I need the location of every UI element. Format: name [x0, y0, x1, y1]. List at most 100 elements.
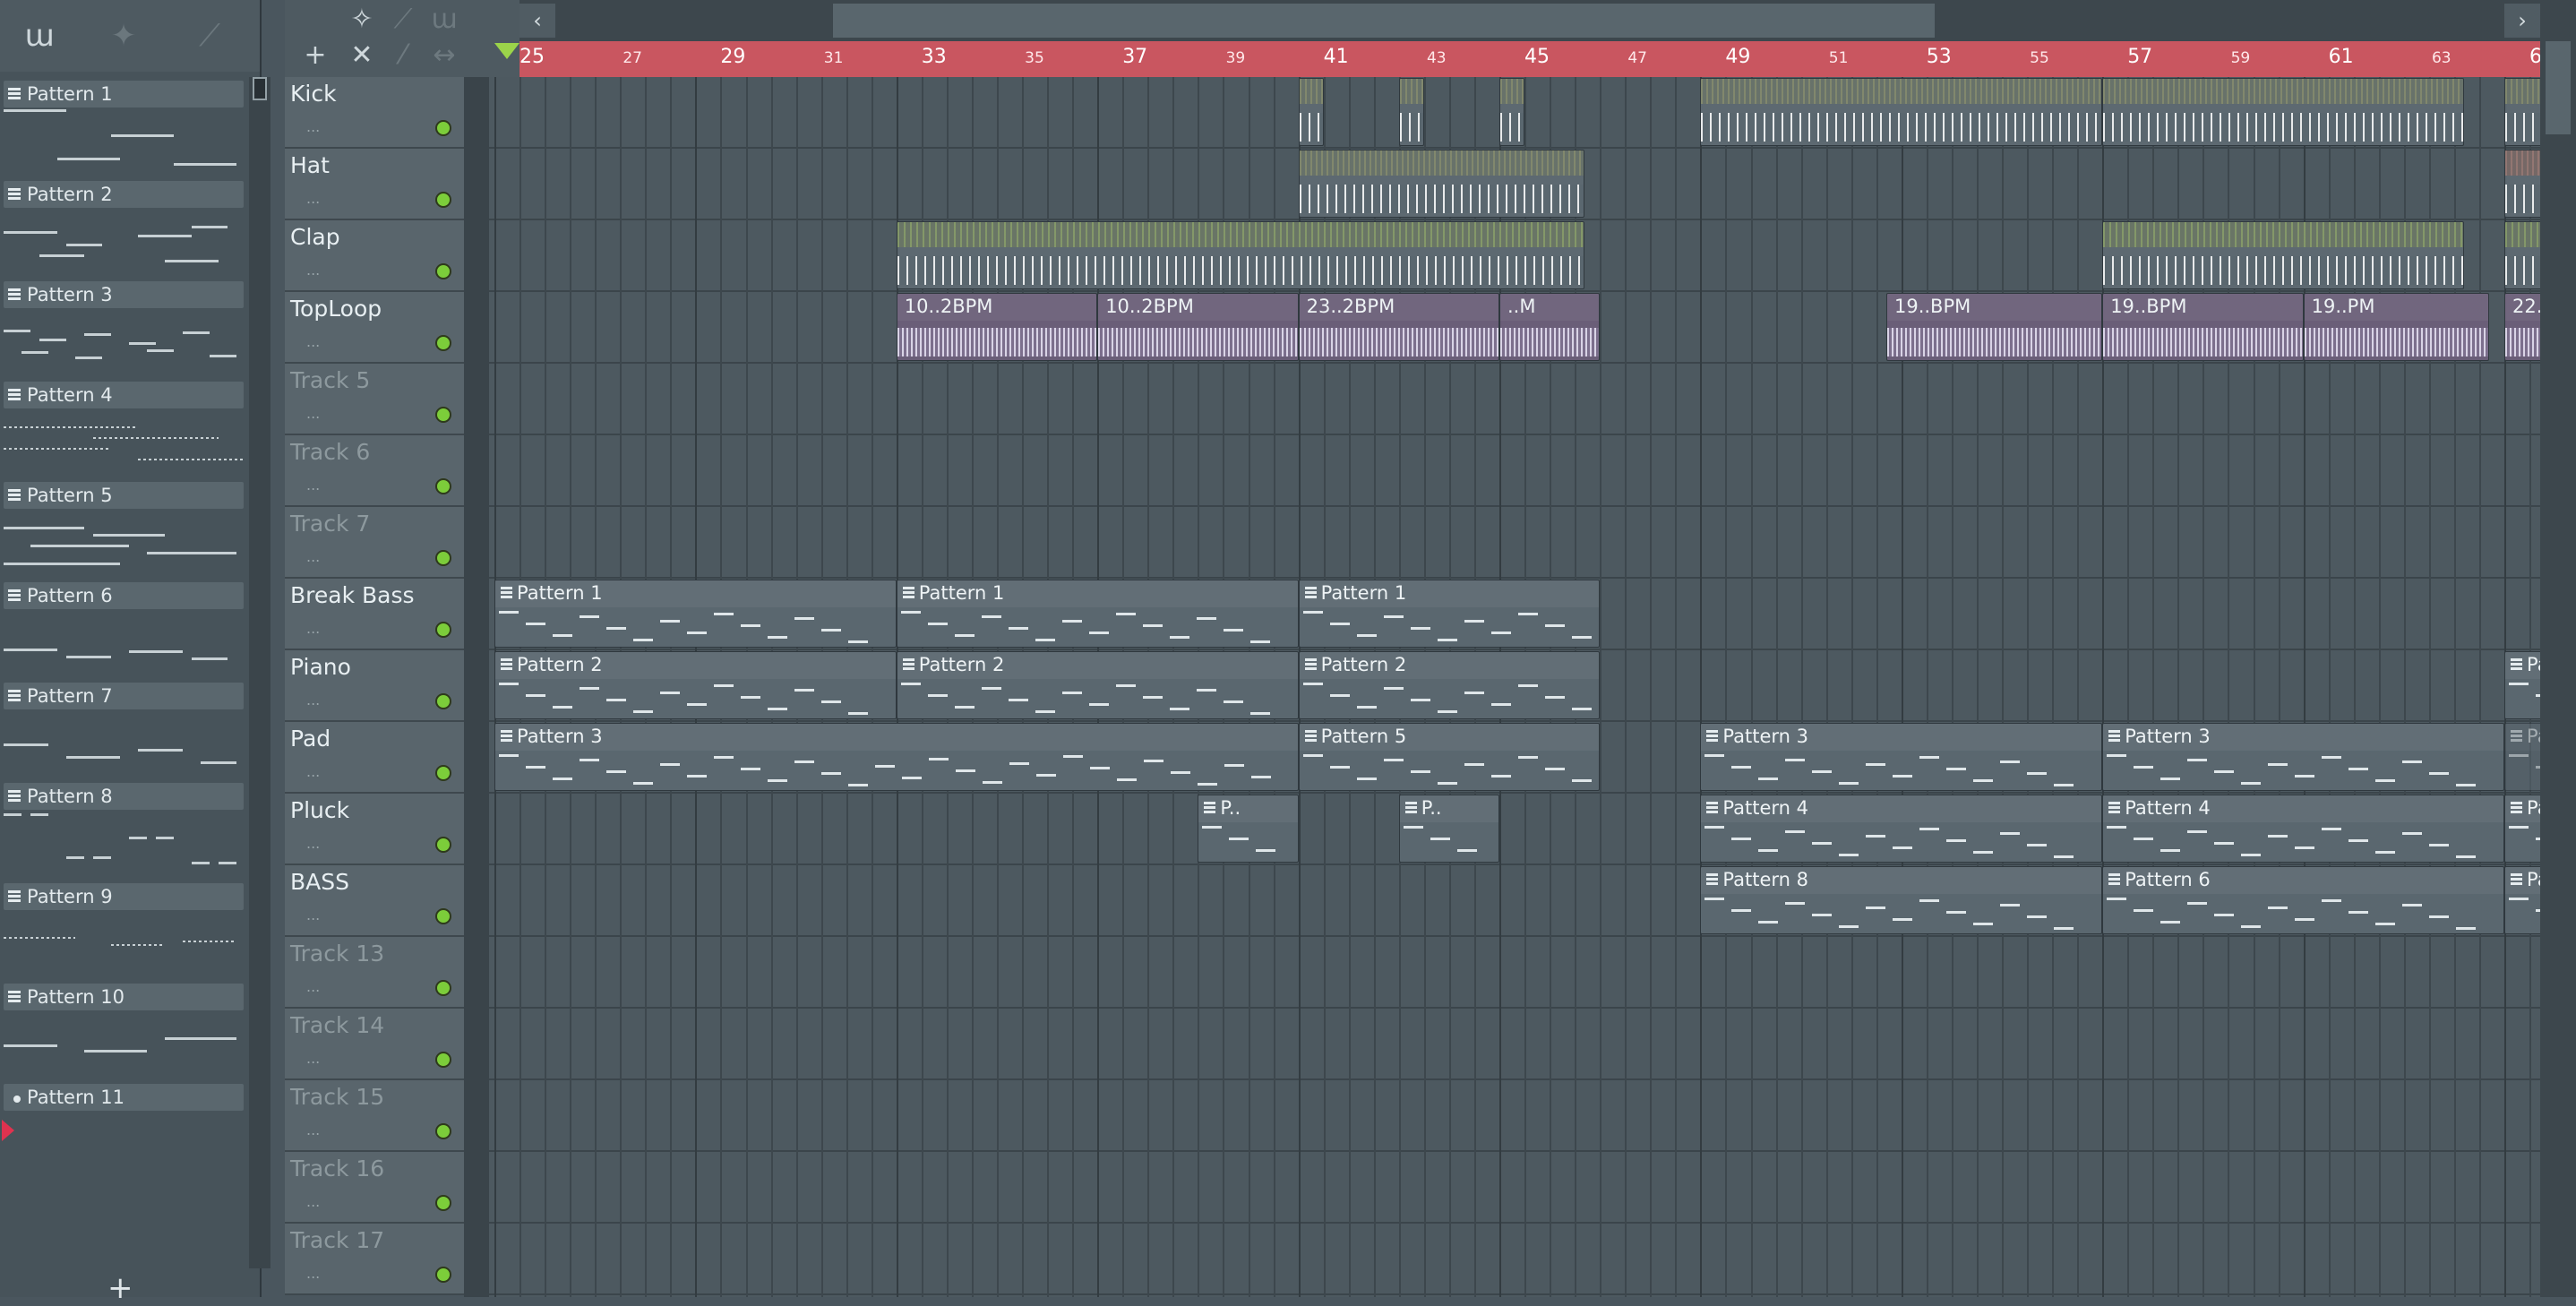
pattern-item[interactable]: Pattern 5	[0, 478, 247, 579]
track-header[interactable]: Track 13...	[285, 937, 464, 1009]
track-header[interactable]: Track 6...	[285, 435, 464, 507]
track-header[interactable]: Pad...	[285, 722, 464, 794]
track-mute-led[interactable]	[435, 192, 451, 208]
horizontal-scroll-thumb[interactable]	[833, 4, 1935, 38]
track-mute-led[interactable]	[435, 263, 451, 279]
pattern-item[interactable]: Pattern 2	[0, 177, 247, 278]
pattern-item[interactable]: Pattern 1	[0, 77, 247, 177]
drum-clip[interactable]	[1298, 78, 1324, 146]
pattern-item-header[interactable]: Pattern 9	[4, 883, 244, 910]
track-options-dots[interactable]: ...	[306, 835, 320, 852]
picker-scrollbar[interactable]	[249, 77, 270, 1268]
pattern-item[interactable]: Pattern 11	[0, 1080, 247, 1181]
drum-clip[interactable]	[2102, 78, 2465, 146]
track-options-dots[interactable]: ...	[306, 118, 320, 135]
pattern-clip[interactable]: Pattern 5	[1298, 723, 1601, 791]
pattern-clip[interactable]: P..	[1398, 795, 1499, 863]
pattern-item[interactable]: Pattern 8	[0, 779, 247, 880]
track-mute-led[interactable]	[435, 1267, 451, 1283]
track-options-dots[interactable]: ...	[306, 1050, 320, 1067]
pattern-clip[interactable]: Pattern 9	[2504, 795, 2540, 863]
pattern-item-header[interactable]: Pattern 8	[4, 783, 244, 810]
pattern-item-header[interactable]: Pattern 10	[4, 984, 244, 1010]
pattern-clip[interactable]: Pattern 3	[1700, 723, 2103, 791]
add-pattern-button[interactable]: +	[107, 1270, 133, 1306]
track-mute-led[interactable]	[435, 335, 451, 351]
track-mute-led[interactable]	[435, 407, 451, 423]
automation-clip-icon[interactable]: ⟋	[385, 2, 421, 38]
track-header[interactable]: Track 15...	[285, 1080, 464, 1152]
track-mute-led[interactable]	[435, 550, 451, 566]
audio-clip[interactable]: 22..BPM	[2504, 293, 2540, 361]
piano-roll-icon[interactable]: ɯ	[20, 16, 59, 56]
track-header[interactable]: BASS...	[285, 865, 464, 937]
track-mute-led[interactable]	[435, 765, 451, 781]
track-options-dots[interactable]: ...	[306, 692, 320, 709]
track-header[interactable]: Track 16...	[285, 1152, 464, 1224]
pattern-clip[interactable]: Pattern 8	[1700, 866, 2103, 934]
pattern-clip[interactable]: Pattern 2	[2504, 651, 2540, 719]
drum-clip[interactable]	[1700, 78, 2103, 146]
picker-scroll-thumb[interactable]	[253, 77, 267, 100]
audio-clip[interactable]: 19..BPM	[1885, 293, 2103, 361]
track-header[interactable]: Piano...	[285, 650, 464, 722]
track-mute-led[interactable]	[435, 908, 451, 924]
pattern-clip[interactable]: Pattern 2	[896, 651, 1299, 719]
pattern-clip[interactable]: Pattern 1	[896, 580, 1299, 648]
audio-clip[interactable]: 10..2BPM	[1097, 293, 1299, 361]
plugin-icon[interactable]: ✦	[104, 16, 143, 56]
vertical-scrollbar[interactable]	[2540, 0, 2576, 1297]
track-mute-led[interactable]	[435, 622, 451, 638]
track-header[interactable]: Break Bass...	[285, 579, 464, 650]
pattern-clip[interactable]: Pattern 1	[1298, 580, 1601, 648]
audio-clip-icon[interactable]: ✧	[344, 2, 380, 38]
pattern-clip[interactable]: Pattern 6	[2102, 866, 2504, 934]
pattern-clip[interactable]: Pattern 2	[494, 651, 897, 719]
playhead-marker[interactable]	[494, 43, 519, 59]
slice-icon[interactable]: ⁄	[385, 38, 421, 73]
track-options-dots[interactable]: ...	[306, 405, 320, 422]
track-header[interactable]: Track 7...	[285, 507, 464, 579]
pattern-clip[interactable]: Pattern 3	[494, 723, 1299, 791]
pattern-clip[interactable]: Pattern 4	[1700, 795, 2103, 863]
drum-clip[interactable]	[2504, 150, 2540, 218]
add-track-button[interactable]: +	[297, 38, 333, 73]
drum-clip[interactable]	[896, 221, 1585, 289]
track-header[interactable]: Hat...	[285, 149, 464, 220]
track-mute-led[interactable]	[435, 120, 451, 136]
horizontal-scrollbar[interactable]: ‹ ›	[519, 0, 2540, 41]
pattern-clip[interactable]: Pattern 3	[2504, 723, 2540, 791]
pattern-item[interactable]: Pattern 10	[0, 980, 247, 1080]
automation-icon[interactable]: ⟋	[190, 16, 229, 56]
pattern-item[interactable]: Pattern 3	[0, 278, 247, 378]
audio-clip[interactable]: ..M	[1499, 293, 1601, 361]
track-options-dots[interactable]: ...	[306, 1121, 320, 1138]
delete-icon[interactable]: ✕	[344, 38, 380, 73]
pattern-clip[interactable]: Pattern 3	[2102, 723, 2504, 791]
stretch-icon[interactable]: ↔	[426, 38, 462, 73]
track-mute-led[interactable]	[435, 837, 451, 853]
pattern-clip[interactable]: Pattern 7	[2504, 866, 2540, 934]
vertical-scroll-thumb[interactable]	[2546, 41, 2571, 134]
playlist-grid[interactable]: 10..2BPM 10..2BPM 23..2BPM ..M 19..BPM 19..BP…	[489, 77, 2540, 1297]
audio-clip[interactable]: 10..2BPM	[896, 293, 1098, 361]
track-options-dots[interactable]: ...	[306, 548, 320, 565]
track-header[interactable]: Pluck...	[285, 794, 464, 865]
pattern-clip[interactable]: P..	[1198, 795, 1299, 863]
track-mute-led[interactable]	[435, 693, 451, 709]
track-header[interactable]: Track 5...	[285, 364, 464, 435]
track-mute-led[interactable]	[435, 1123, 451, 1139]
audio-clip[interactable]: 19..BPM	[2102, 293, 2304, 361]
scroll-left-button[interactable]: ‹	[519, 4, 555, 38]
pattern-item-header[interactable]: Pattern 7	[4, 683, 244, 709]
pattern-item-header[interactable]: Pattern 3	[4, 281, 244, 308]
audio-clip[interactable]: 19..PM	[2303, 293, 2490, 361]
pattern-item[interactable]: Pattern 6	[0, 579, 247, 679]
track-options-dots[interactable]: ...	[306, 190, 320, 207]
pattern-clip-icon[interactable]: ɯ	[426, 2, 462, 38]
pattern-item-header[interactable]: Pattern 6	[4, 582, 244, 609]
scroll-right-button[interactable]: ›	[2504, 4, 2540, 38]
pattern-item[interactable]: Pattern 9	[0, 880, 247, 980]
track-options-dots[interactable]: ...	[306, 1193, 320, 1210]
pattern-item-header[interactable]: Pattern 4	[4, 382, 244, 408]
